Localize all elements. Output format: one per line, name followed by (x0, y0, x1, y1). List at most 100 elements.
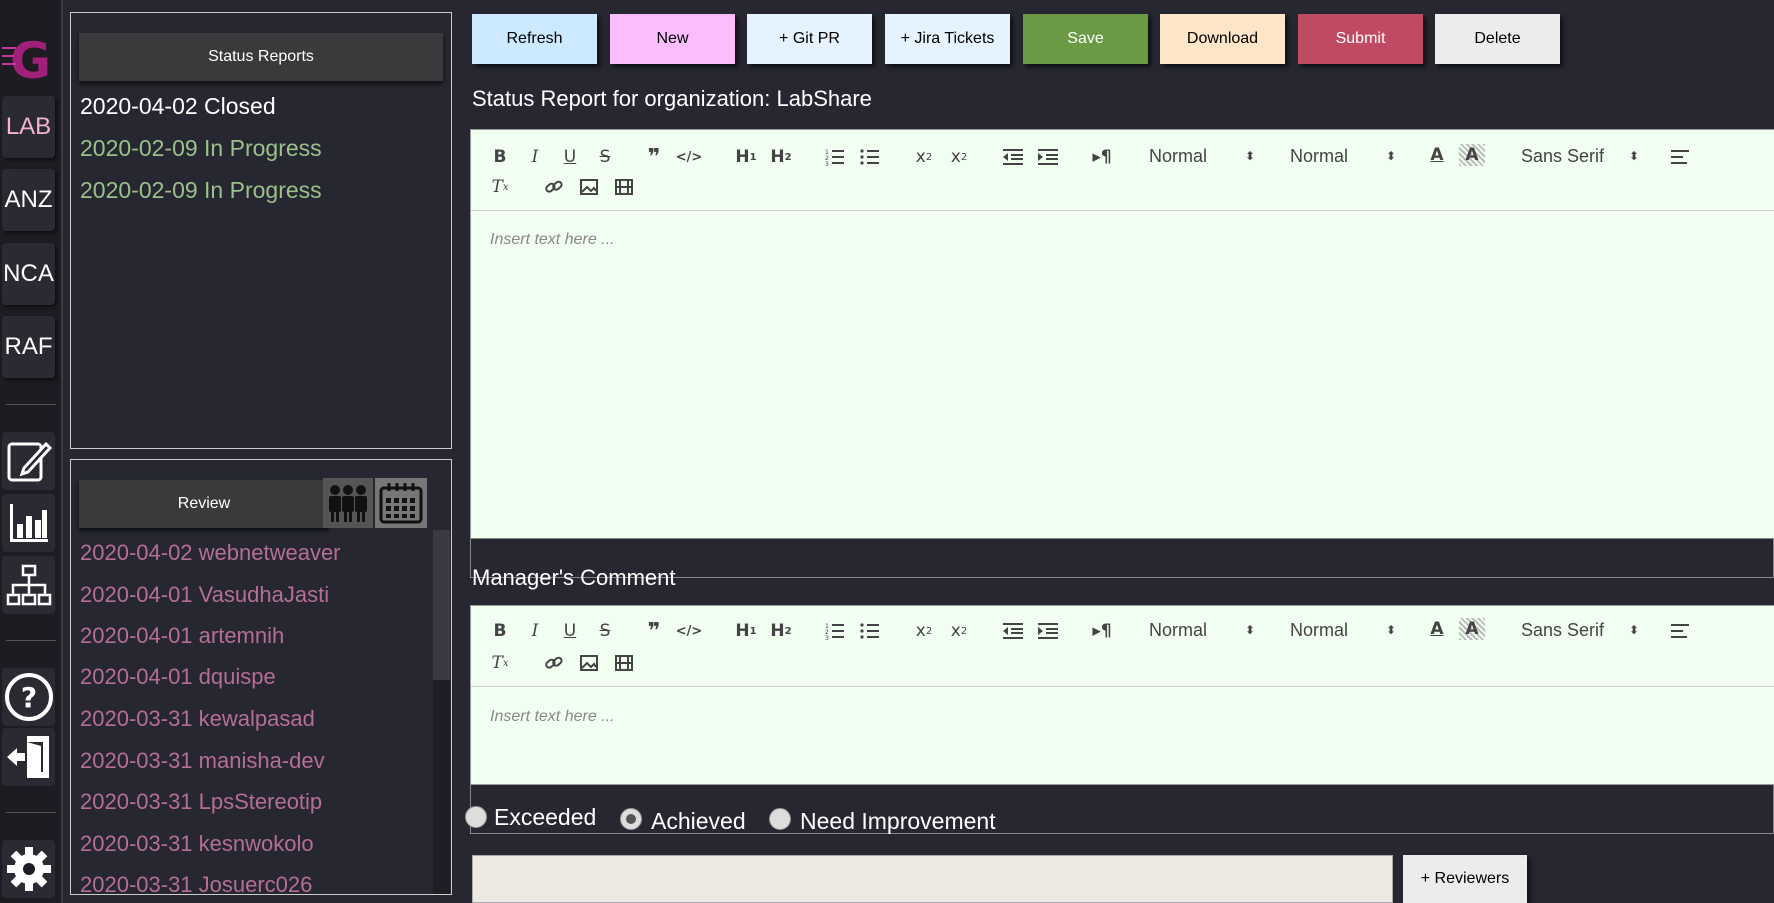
subscript-icon[interactable]: x2 (911, 146, 937, 168)
jira-tickets-button[interactable]: + Jira Tickets (885, 14, 1010, 64)
blockquote-icon[interactable]: ❞ (641, 619, 667, 644)
review-item[interactable]: 2020-03-31 LpsStereotip (80, 789, 322, 815)
italic-icon[interactable]: I (522, 620, 548, 642)
text-color-icon[interactable]: A (1424, 618, 1450, 640)
save-button[interactable]: Save (1023, 14, 1148, 64)
underline-icon[interactable]: U (557, 620, 583, 642)
background-color-icon[interactable]: A (1459, 144, 1485, 166)
code-block-icon[interactable]: </> (676, 146, 703, 168)
outdent-icon[interactable] (1000, 146, 1026, 168)
report-item[interactable]: 2020-02-09 In Progress (80, 135, 322, 162)
indent-icon[interactable] (1035, 620, 1061, 642)
status-reports-panel: Status Reports 2020-04-02 Closed 2020-02… (70, 12, 452, 449)
clear-format-icon[interactable]: Tx (487, 652, 513, 674)
add-reviewers-button[interactable]: + Reviewers (1403, 855, 1527, 903)
dropdown-arrow-icon: ⬍ (1245, 149, 1256, 163)
help-icon[interactable]: ? (2, 668, 55, 726)
bar-chart-icon[interactable] (2, 494, 55, 552)
org-button-anz[interactable]: ANZ (2, 169, 55, 231)
bullet-list-icon[interactable] (857, 620, 883, 642)
team-icon[interactable] (323, 478, 373, 528)
org-button-raf[interactable]: RAF (2, 316, 55, 378)
edit-icon[interactable] (2, 432, 55, 490)
text-color-icon[interactable]: A (1424, 144, 1450, 166)
bold-icon[interactable]: B (487, 146, 513, 168)
review-item[interactable]: 2020-03-31 Josuerc026 (80, 872, 312, 894)
submit-button[interactable]: Submit (1298, 14, 1423, 64)
link-icon[interactable] (541, 176, 567, 198)
align-icon[interactable] (1667, 620, 1693, 642)
delete-button[interactable]: Delete (1435, 14, 1560, 64)
manager-comment-placeholder[interactable]: Insert text here ... (490, 708, 615, 726)
new-button[interactable]: New (610, 14, 735, 64)
need-improvement-radio[interactable] (769, 808, 791, 830)
git-pr-button[interactable]: + Git PR (747, 14, 872, 64)
bullet-list-icon[interactable] (857, 146, 883, 168)
background-color-icon[interactable]: A (1459, 618, 1485, 640)
divider (6, 812, 56, 813)
outdent-icon[interactable] (1000, 620, 1026, 642)
settings-icon[interactable] (2, 840, 55, 898)
calendar-icon[interactable] (375, 478, 427, 528)
text-direction-icon[interactable]: ▸¶ (1089, 146, 1115, 168)
subscript-icon[interactable]: x2 (911, 620, 937, 642)
header-select[interactable]: Normal ⬍ (1149, 146, 1255, 167)
review-item[interactable]: 2020-03-31 manisha-dev (80, 748, 325, 774)
italic-icon[interactable]: I (522, 146, 548, 168)
superscript-icon[interactable]: x2 (946, 620, 972, 642)
report-placeholder[interactable]: Insert text here ... (490, 231, 615, 249)
org-button-nca[interactable]: NCA (2, 243, 55, 305)
heading-1-icon[interactable]: H1 (733, 620, 759, 642)
video-icon[interactable] (611, 176, 637, 198)
heading-1-icon[interactable]: H1 (733, 146, 759, 168)
manager-comment-title: Manager's Comment (472, 565, 676, 590)
font-select[interactable]: Sans Serif ⬍ (1521, 620, 1639, 641)
scrollbar-thumb[interactable] (433, 530, 450, 680)
align-icon[interactable] (1667, 146, 1693, 168)
header-select[interactable]: Normal ⬍ (1149, 620, 1255, 641)
ordered-list-icon[interactable]: 123 (822, 146, 848, 168)
ordered-list-icon[interactable]: 123 (822, 620, 848, 642)
size-select[interactable]: Normal ⬍ (1290, 620, 1396, 641)
text-direction-icon[interactable]: ▸¶ (1089, 620, 1115, 642)
dropdown-arrow-icon: ⬍ (1386, 623, 1397, 637)
image-icon[interactable] (576, 176, 602, 198)
code-block-icon[interactable]: </> (676, 620, 703, 642)
review-header: Review (79, 480, 329, 528)
strike-icon[interactable]: S (592, 146, 618, 168)
strike-icon[interactable]: S (592, 620, 618, 642)
image-icon[interactable] (576, 652, 602, 674)
clear-format-icon[interactable]: Tx (487, 176, 513, 198)
superscript-icon[interactable]: x2 (946, 146, 972, 168)
select-value: Normal (1290, 620, 1349, 640)
reviewers-input[interactable] (472, 855, 1393, 903)
org-chart-icon[interactable] (2, 556, 55, 614)
heading-2-icon[interactable]: H2 (768, 146, 794, 168)
report-item[interactable]: 2020-02-09 In Progress (80, 177, 322, 204)
font-select[interactable]: Sans Serif ⬍ (1521, 146, 1639, 167)
heading-2-icon[interactable]: H2 (768, 620, 794, 642)
review-item[interactable]: 2020-03-31 kesnwokolo (80, 831, 314, 857)
divider (6, 404, 56, 405)
review-item[interactable]: 2020-04-01 dquispe (80, 664, 276, 690)
review-item[interactable]: 2020-04-02 webnetweaver (80, 540, 341, 566)
refresh-button[interactable]: Refresh (472, 14, 597, 64)
review-scrollbar[interactable] (433, 530, 450, 894)
org-button-lab[interactable]: LAB (2, 96, 55, 158)
underline-icon[interactable]: U (557, 146, 583, 168)
svg-text:3: 3 (825, 161, 829, 166)
video-icon[interactable] (611, 652, 637, 674)
review-item[interactable]: 2020-03-31 kewalpasad (80, 706, 315, 732)
exceeded-radio[interactable] (465, 806, 487, 828)
link-icon[interactable] (541, 652, 567, 674)
report-item[interactable]: 2020-04-02 Closed (80, 93, 276, 120)
bold-icon[interactable]: B (487, 620, 513, 642)
logout-icon[interactable] (2, 728, 55, 786)
blockquote-icon[interactable]: ❞ (641, 145, 667, 170)
review-item[interactable]: 2020-04-01 VasudhaJasti (80, 582, 329, 608)
achieved-radio[interactable] (620, 808, 642, 830)
size-select[interactable]: Normal ⬍ (1290, 146, 1396, 167)
review-item[interactable]: 2020-04-01 artemnih (80, 623, 284, 649)
download-button[interactable]: Download (1160, 14, 1285, 64)
indent-icon[interactable] (1035, 146, 1061, 168)
